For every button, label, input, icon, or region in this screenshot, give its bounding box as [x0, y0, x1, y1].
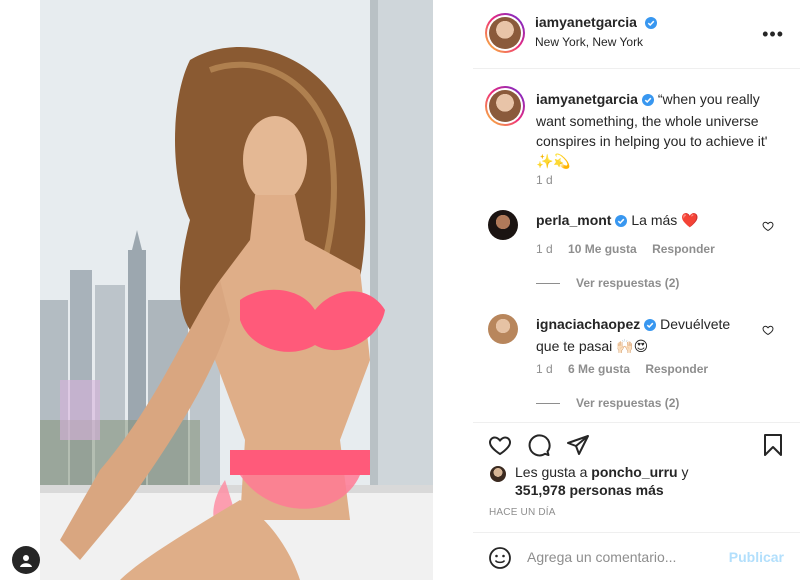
- liker-avatar[interactable]: [489, 465, 507, 483]
- comment-like-heart-icon[interactable]: [762, 219, 774, 235]
- comment-reply-button[interactable]: Responder: [645, 362, 708, 376]
- verified-badge-icon: [644, 16, 657, 32]
- add-comment-bar: Agrega un comentario... Publicar: [473, 532, 800, 580]
- comment-input[interactable]: Agrega un comentario...: [527, 549, 676, 565]
- likes-summary: Les gusta a poncho_urru y 351,978 person…: [489, 463, 789, 499]
- view-replies-button[interactable]: Ver respuestas (2): [536, 276, 679, 290]
- author-username[interactable]: iamyanetgarcia: [535, 14, 637, 30]
- comment-body: La más ❤️: [631, 212, 699, 228]
- likes-prefix: Les gusta a: [515, 464, 588, 480]
- comment-icon[interactable]: [527, 433, 551, 460]
- replies-divider: [536, 402, 560, 404]
- comment-reply-button[interactable]: Responder: [652, 242, 715, 256]
- bookmark-icon[interactable]: [762, 433, 784, 460]
- post-comment-button[interactable]: Publicar: [729, 549, 784, 565]
- post-actions-bar: [473, 422, 800, 466]
- comment-likes[interactable]: 6 Me gusta: [568, 362, 630, 376]
- caption-username[interactable]: iamyanetgarcia: [536, 91, 638, 107]
- post-side-panel: iamyanetgarcia New York, New York ••• ia…: [473, 0, 800, 580]
- comment-username[interactable]: ignaciachaopez: [536, 316, 640, 332]
- caption-emoji: ✨💫: [536, 153, 571, 169]
- liker-username[interactable]: poncho_urru: [591, 464, 677, 480]
- view-replies-button[interactable]: Ver respuestas (2): [536, 396, 679, 410]
- emoji-icon[interactable]: [488, 546, 512, 573]
- likes-count[interactable]: 351,978 personas más: [515, 482, 664, 498]
- comment-time[interactable]: 1 d: [536, 362, 553, 376]
- more-options-icon[interactable]: •••: [762, 24, 784, 45]
- comment-avatar[interactable]: [488, 210, 518, 240]
- comment-username[interactable]: perla_mont: [536, 212, 611, 228]
- likes-conj: y: [681, 464, 689, 480]
- post-media-pane: [0, 0, 473, 580]
- view-replies-label: Ver respuestas (2): [576, 276, 680, 290]
- comment-text-block: ignaciachaopez Devuélvete que te pasai 🙌…: [536, 314, 756, 356]
- comment-text-block: perla_mont La más ❤️: [536, 210, 756, 232]
- author-avatar[interactable]: [485, 13, 525, 53]
- replies-divider: [536, 282, 560, 284]
- post-header: iamyanetgarcia New York, New York •••: [473, 0, 800, 69]
- view-replies-label: Ver respuestas (2): [576, 396, 680, 410]
- comment-meta: 1 d 10 Me gusta Responder: [536, 242, 727, 256]
- share-icon[interactable]: [566, 433, 590, 460]
- verified-badge-icon: [641, 91, 654, 111]
- like-heart-icon[interactable]: [487, 433, 513, 460]
- comment-meta: 1 d 6 Me gusta Responder: [536, 362, 720, 376]
- caption-author-avatar[interactable]: [485, 86, 525, 126]
- comment-time[interactable]: 1 d: [536, 242, 553, 256]
- comment-like-heart-icon[interactable]: [762, 323, 774, 339]
- caption-text-block: iamyanetgarcia “when you really want som…: [536, 89, 776, 171]
- post-photo[interactable]: [40, 0, 433, 580]
- post-timestamp[interactable]: HACE UN DÍA: [489, 507, 556, 518]
- comment-likes[interactable]: 10 Me gusta: [568, 242, 637, 256]
- post-photo-illustration: [40, 0, 433, 580]
- verified-badge-icon: [644, 316, 657, 336]
- comment-avatar[interactable]: [488, 314, 518, 344]
- caption-time[interactable]: 1 d: [536, 173, 553, 187]
- likes-text: Les gusta a poncho_urru y 351,978 person…: [489, 463, 789, 499]
- viewer-avatar-icon[interactable]: [12, 546, 40, 574]
- post-location[interactable]: New York, New York: [535, 35, 657, 49]
- verified-badge-icon: [615, 212, 628, 232]
- author-info: iamyanetgarcia New York, New York: [535, 14, 657, 49]
